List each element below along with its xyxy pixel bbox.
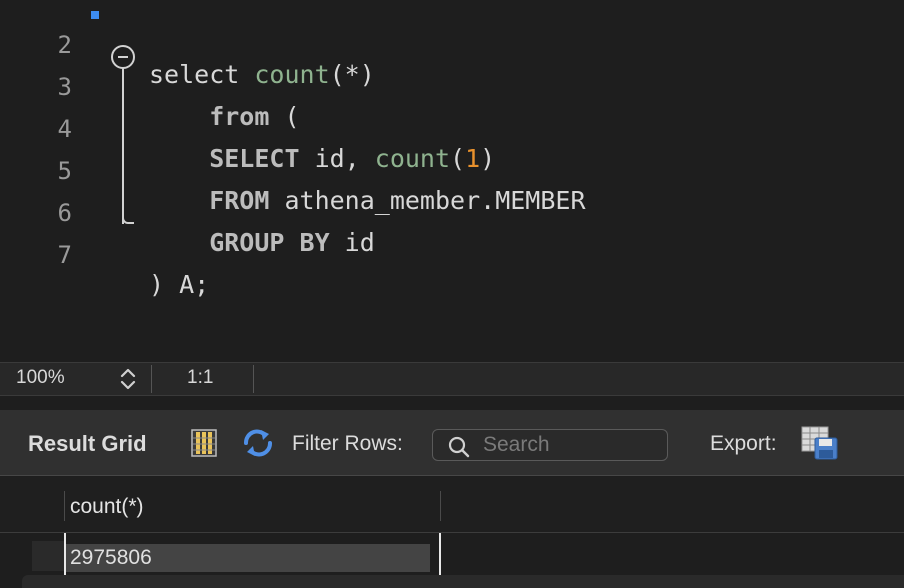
refresh-icon[interactable]: [241, 427, 275, 464]
result-toolbar: Result Grid Filter Rows: Export:: [0, 410, 904, 476]
status-divider: [151, 365, 152, 393]
export-label: Export:: [710, 432, 777, 455]
zoom-level[interactable]: 100%: [16, 367, 65, 389]
panel-gap: [0, 396, 904, 410]
code-line[interactable]: 4 SELECT id, count(1): [0, 84, 904, 173]
zoom-stepper-icon[interactable]: [118, 366, 138, 392]
cursor-position: 1:1: [187, 367, 214, 388]
code-line[interactable]: 3 from (: [0, 42, 904, 131]
fold-guide: [122, 68, 124, 224]
code-line[interactable]: 2 select count(*): [0, 0, 904, 89]
column-header-count[interactable]: count(*): [70, 495, 144, 519]
horizontal-scrollbar[interactable]: [22, 575, 904, 588]
collapse-fold-icon[interactable]: [111, 45, 135, 69]
column-border: [64, 533, 66, 575]
status-divider: [253, 365, 254, 393]
code-line[interactable]: 7 ) A;: [0, 210, 904, 299]
grid-header: count(*): [0, 477, 904, 533]
header-divider: [440, 491, 441, 521]
export-save-icon[interactable]: [801, 426, 839, 465]
code-line[interactable]: 6 GROUP BY id: [0, 168, 904, 257]
search-icon: [448, 436, 470, 458]
header-divider: [64, 491, 65, 521]
editor-status-bar: 100% 1:1: [0, 362, 904, 396]
result-grid-title[interactable]: Result Grid: [28, 431, 147, 457]
filter-rows-label: Filter Rows:: [292, 432, 403, 455]
code-line[interactable]: 5 FROM athena_member.MEMBER: [0, 126, 904, 215]
cell-value: 2975806: [70, 546, 152, 569]
search-input[interactable]: [483, 432, 663, 458]
search-box[interactable]: [432, 429, 668, 461]
sql-editor[interactable]: 2 select count(*) 3 from ( 4 SELECT id, …: [0, 0, 904, 362]
fold-guide-end: [122, 214, 134, 224]
result-grid[interactable]: count(*) 2975806: [0, 477, 904, 588]
line-number: 7: [57, 241, 72, 269]
grid-columns-icon[interactable]: [191, 429, 217, 462]
row-selector[interactable]: [32, 541, 64, 571]
grid-cell[interactable]: 2975806: [66, 544, 430, 572]
code-token: ) A;: [149, 270, 210, 299]
code-text: ) A;: [149, 270, 209, 300]
current-statement-marker-icon: [89, 9, 101, 21]
